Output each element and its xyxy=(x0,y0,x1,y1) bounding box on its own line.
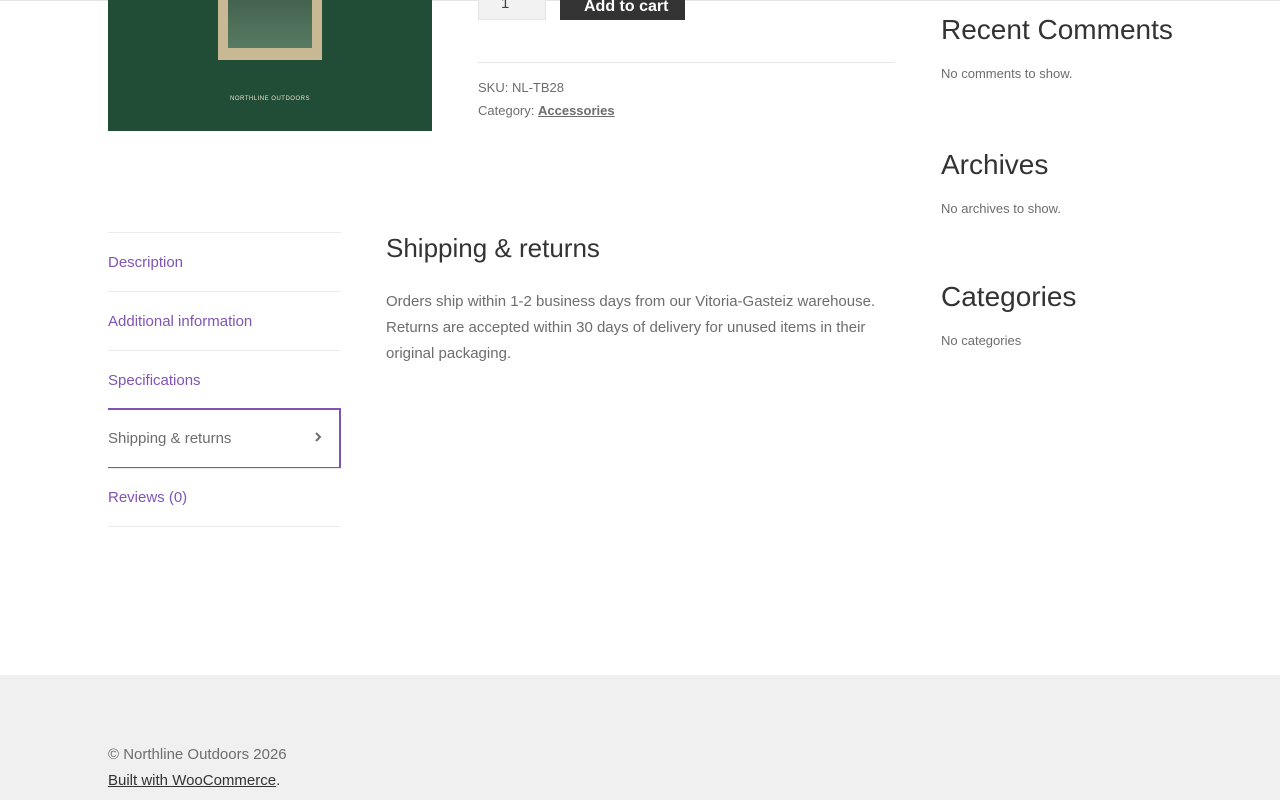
footer-credit-suffix: . xyxy=(276,772,281,789)
tab-reviews[interactable]: Reviews (0) xyxy=(108,468,341,527)
tab-description[interactable]: Description xyxy=(108,232,341,291)
widget-title: Archives xyxy=(941,149,1049,180)
tab-label: Description xyxy=(108,253,184,271)
tab-specifications[interactable]: Specifications xyxy=(108,350,341,409)
chevron-right-icon xyxy=(311,430,325,444)
panel-title: Shipping & returns xyxy=(386,233,600,263)
tab-additional-information[interactable]: Additional information xyxy=(108,291,341,350)
summary-divider xyxy=(478,62,895,63)
panel-body: Orders ship within 1-2 business days fro… xyxy=(386,293,876,362)
tab-panel-shipping-returns: Shipping & returns Orders ship within 1-… xyxy=(386,232,896,367)
product-sku: SKU: NL-TB28 xyxy=(478,80,564,95)
widget-text: No comments to show. xyxy=(941,66,1073,81)
add-to-cart-button[interactable]: Add to cart xyxy=(560,0,685,20)
quantity-input[interactable]: 1 xyxy=(478,0,546,20)
tab-label: Shipping & returns xyxy=(108,430,232,447)
widget-archives: Archives No archives to show. xyxy=(941,149,1241,216)
footer-copyright: © Northline Outdoors 2026 xyxy=(108,746,287,763)
product-image-inner xyxy=(228,0,312,48)
widget-text: No archives to show. xyxy=(941,201,1061,216)
category-label: Category: xyxy=(478,103,535,118)
quantity-value: 1 xyxy=(501,0,510,12)
site-footer: © Northline Outdoors 2026 Built with Woo… xyxy=(0,675,1280,800)
product-image-brand: NORTHLINE OUTDOORS xyxy=(230,96,310,102)
tab-label: Reviews (0) xyxy=(108,489,188,506)
widget-categories: Categories No categories xyxy=(941,281,1241,348)
sku-label: SKU: xyxy=(478,80,509,95)
tab-shipping-returns[interactable]: Shipping & returns xyxy=(108,408,341,469)
tab-label: Specifications xyxy=(108,371,201,389)
woocommerce-link[interactable]: Built with WooCommerce xyxy=(108,772,276,789)
widget-title: Categories xyxy=(941,281,1077,312)
product-category: Category: Accessories xyxy=(478,103,615,118)
tab-label: Additional information xyxy=(108,312,253,330)
widget-text: No categories xyxy=(941,333,1022,348)
widget-title: Recent Comments xyxy=(941,14,1173,45)
widget-recent-comments: Recent Comments No comments to show. xyxy=(941,14,1241,81)
category-link[interactable]: Accessories xyxy=(538,103,615,118)
sku-value: NL-TB28 xyxy=(511,80,564,95)
product-tabs: Description Additional information Speci… xyxy=(108,232,341,527)
footer-credit: Built with WooCommerce. xyxy=(108,772,280,789)
product-image[interactable]: NORTHLINE OUTDOORS xyxy=(108,0,432,131)
